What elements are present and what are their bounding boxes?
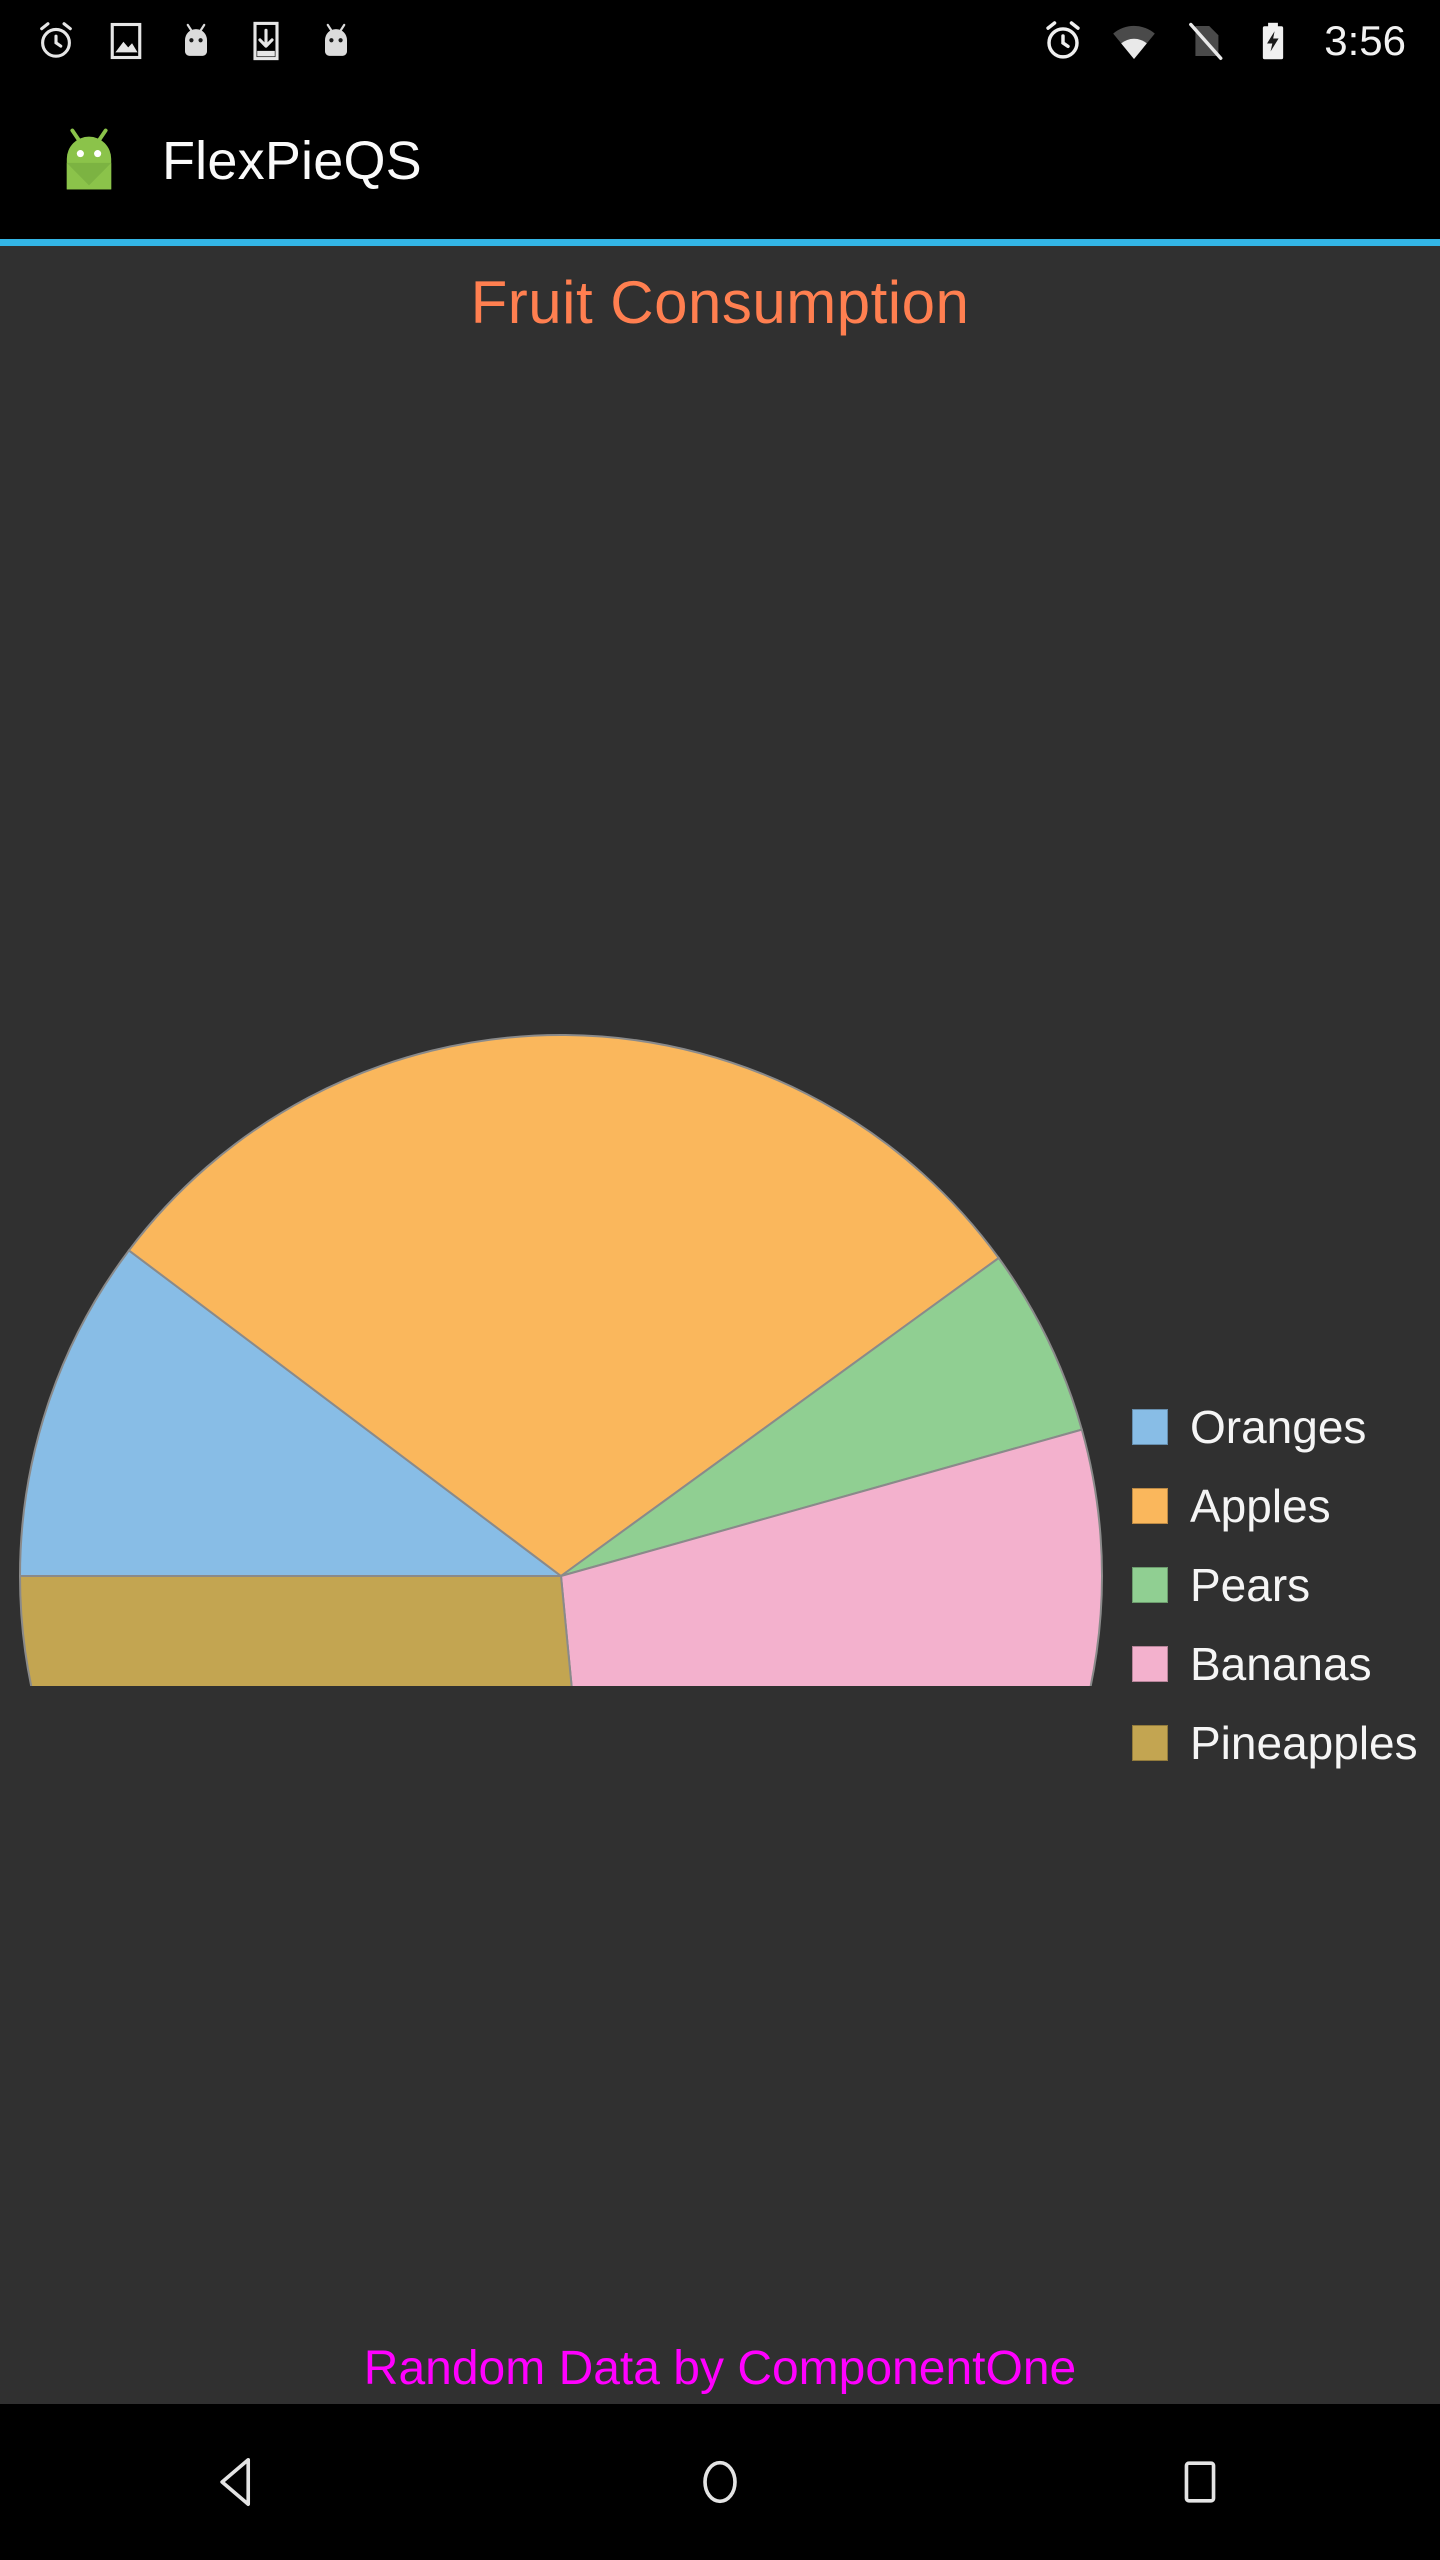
legend-label-pineapples: Pineapples (1190, 1716, 1418, 1769)
nav-home-button[interactable] (640, 2404, 800, 2560)
android-navigation-bar (0, 2404, 1440, 2560)
android-robot-icon (66, 128, 112, 189)
app-bar-accent-line (0, 239, 1440, 246)
chart-legend: Oranges Apples Pears Bananas Pineapples (1132, 1387, 1418, 1782)
alarm-clock-icon (1046, 21, 1080, 59)
legend-item-oranges[interactable]: Oranges (1132, 1387, 1418, 1466)
pie-chart[interactable] (0, 246, 1440, 2404)
legend-label-pears: Pears (1190, 1558, 1311, 1611)
legend-swatch-bananas (1132, 1645, 1168, 1682)
legend-swatch-pears (1132, 1566, 1168, 1603)
pie-slice-pineapples[interactable] (18, 1575, 613, 1686)
legend-item-apples[interactable]: Apples (1132, 1466, 1418, 1545)
back-triangle-icon (220, 2457, 251, 2507)
legend-swatch-oranges (1132, 1408, 1168, 1445)
app-bar: FlexPieQS (0, 82, 1440, 239)
android-head-icon (185, 23, 207, 56)
android-screen: 3:56 FlexPieQS Fruit Consumption Oranges (0, 0, 1440, 2560)
recents-square-icon (1184, 2461, 1216, 2503)
photo-icon (110, 22, 142, 60)
legend-item-bananas[interactable]: Bananas (1132, 1624, 1418, 1703)
status-bar-right-icons: 3:56 (1040, 17, 1440, 65)
android-head-icon (325, 23, 347, 56)
legend-label-bananas: Bananas (1190, 1637, 1372, 1690)
nav-back-button[interactable] (160, 2404, 320, 2560)
wifi-icon (1113, 25, 1156, 59)
app-title: FlexPieQS (162, 130, 422, 191)
chart-area: Fruit Consumption Oranges Apples Pears B… (0, 246, 1440, 2404)
nav-recents-button[interactable] (1120, 2404, 1280, 2560)
chart-footer-text: Random Data by ComponentOne (363, 2342, 1077, 2395)
download-to-phone-icon (253, 21, 279, 61)
alarm-clock-icon (40, 22, 72, 58)
legend-label-oranges: Oranges (1190, 1400, 1367, 1453)
legend-swatch-pineapples (1132, 1724, 1168, 1761)
legend-item-pears[interactable]: Pears (1132, 1545, 1418, 1624)
legend-item-pineapples[interactable]: Pineapples (1132, 1703, 1418, 1782)
status-bar-left-icons (0, 19, 358, 63)
legend-swatch-apples (1132, 1487, 1168, 1524)
status-bar-clock: 3:56 (1324, 17, 1406, 64)
legend-label-apples: Apples (1190, 1479, 1331, 1532)
status-bar: 3:56 (0, 0, 1440, 82)
battery-charging-icon (1263, 22, 1284, 60)
pie-chart-svg[interactable] (0, 546, 1140, 1686)
home-circle-icon (703, 2460, 737, 2504)
no-sim-icon (1189, 22, 1223, 60)
